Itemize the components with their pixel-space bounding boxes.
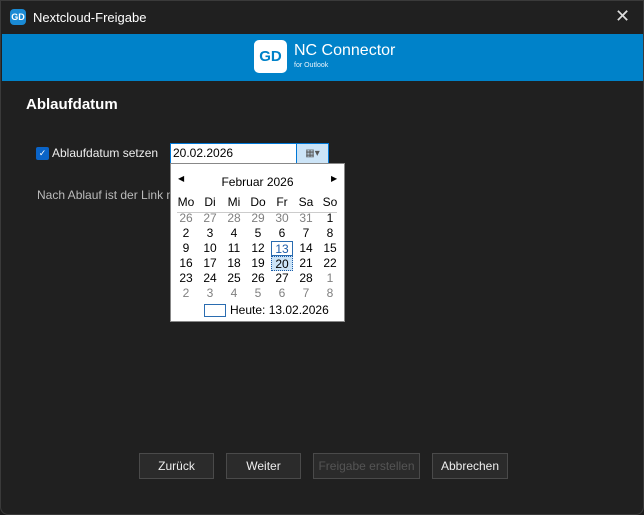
calendar-day[interactable]: 12 — [247, 241, 269, 256]
calendar-day[interactable]: 15 — [319, 241, 341, 256]
calendar-day[interactable]: 14 — [295, 241, 317, 256]
calendar-day[interactable]: 31 — [295, 211, 317, 226]
calendar-day[interactable]: 27 — [199, 211, 221, 226]
calendar-day[interactable]: 4 — [223, 226, 245, 241]
calendar-day[interactable]: 26 — [175, 211, 197, 226]
calendar-day[interactable]: 4 — [223, 286, 245, 301]
calendar-day[interactable]: 8 — [319, 226, 341, 241]
calendar-dropdown-button[interactable]: ▦▾ — [296, 143, 329, 164]
calendar-day[interactable]: 5 — [247, 286, 269, 301]
calendar-day[interactable]: 6 — [271, 226, 293, 241]
weekday-header: Do — [250, 195, 266, 209]
dialog-window: GD Nextcloud-Freigabe ✕ GD NC Connector … — [0, 0, 644, 515]
calendar-day[interactable]: 28 — [223, 211, 245, 226]
next-month-icon[interactable]: ▶ — [331, 174, 337, 183]
weekday-header: Mi — [227, 195, 241, 209]
calendar-popup: ◀ Februar 2026 ▶ Heute: 13.02.2026 Mo Di M… — [170, 163, 345, 322]
calendar-day[interactable]: 24 — [199, 271, 221, 286]
calendar-day[interactable]: 20 — [271, 256, 293, 271]
calendar-day[interactable]: 7 — [295, 286, 317, 301]
date-input[interactable]: 20.02.2026 — [170, 143, 297, 164]
today-link[interactable]: Heute: 13.02.2026 — [230, 303, 329, 317]
calendar-day[interactable]: 2 — [175, 286, 197, 301]
calendar-day[interactable]: 25 — [223, 271, 245, 286]
brand-banner: GD NC Connector for Outlook — [2, 34, 643, 81]
window-title: Nextcloud-Freigabe — [33, 10, 147, 25]
calendar-day[interactable]: 13 — [271, 241, 293, 256]
calendar-day[interactable]: 28 — [295, 271, 317, 286]
brand-name: NC Connector — [294, 42, 396, 59]
calendar-day[interactable]: 9 — [175, 241, 197, 256]
calendar-day[interactable]: 11 — [223, 241, 245, 256]
calendar-day[interactable]: 8 — [319, 286, 341, 301]
today-marker-icon — [204, 304, 226, 317]
close-icon[interactable]: ✕ — [615, 6, 630, 27]
calendar-day[interactable]: 16 — [175, 256, 197, 271]
weekday-header: Sa — [298, 195, 314, 209]
calendar-day[interactable]: 17 — [199, 256, 221, 271]
weekday-header: Fr — [276, 195, 288, 209]
expiry-hint: Nach Ablauf ist der Link nic — [37, 188, 182, 202]
expiry-checkbox-label[interactable]: Ablaufdatum setzen — [52, 146, 158, 160]
page-title: Ablaufdatum — [26, 96, 118, 113]
calendar-day[interactable]: 27 — [271, 271, 293, 286]
calendar-day[interactable]: 1 — [319, 211, 341, 226]
brand-subtitle: for Outlook — [294, 62, 329, 69]
app-icon: GD — [10, 9, 26, 25]
calendar-day[interactable]: 6 — [271, 286, 293, 301]
create-share-button[interactable]: Freigabe erstellen — [313, 453, 420, 479]
calendar-icon: ▦▾ — [305, 148, 320, 159]
calendar-day[interactable]: 10 — [199, 241, 221, 256]
calendar-day[interactable]: 3 — [199, 226, 221, 241]
weekday-header: So — [322, 195, 338, 209]
calendar-day[interactable]: 22 — [319, 256, 341, 271]
nc-logo-icon: GD — [254, 40, 287, 73]
next-button[interactable]: Weiter — [226, 453, 301, 479]
calendar-day[interactable]: 2 — [175, 226, 197, 241]
calendar-day[interactable]: 5 — [247, 226, 269, 241]
month-label: Februar 2026 — [221, 175, 294, 189]
expiry-checkbox[interactable]: ✓ — [36, 147, 49, 160]
calendar-day[interactable]: 1 — [319, 271, 341, 286]
weekday-header: Di — [204, 195, 216, 209]
cancel-button[interactable]: Abbrechen — [432, 453, 508, 479]
calendar-day[interactable]: 19 — [247, 256, 269, 271]
back-button[interactable]: Zurück — [139, 453, 214, 479]
calendar-day[interactable]: 30 — [271, 211, 293, 226]
calendar-day[interactable]: 26 — [247, 271, 269, 286]
calendar-day[interactable]: 7 — [295, 226, 317, 241]
calendar-day[interactable]: 21 — [295, 256, 317, 271]
calendar-day[interactable]: 29 — [247, 211, 269, 226]
calendar-day[interactable]: 18 — [223, 256, 245, 271]
title-bar: GD Nextcloud-Freigabe ✕ — [1, 1, 643, 34]
calendar-day[interactable]: 23 — [175, 271, 197, 286]
calendar-day[interactable]: 3 — [199, 286, 221, 301]
weekday-header: Mo — [177, 195, 195, 209]
